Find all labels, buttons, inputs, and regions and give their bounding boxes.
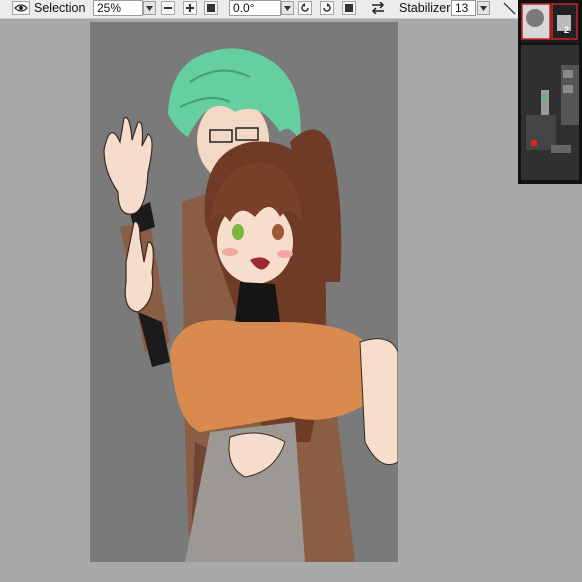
square-icon bbox=[345, 4, 353, 12]
layer-thumbnail-strip[interactable]: 2 bbox=[521, 3, 579, 43]
fit-view-button[interactable] bbox=[204, 1, 218, 15]
flip-button[interactable] bbox=[369, 1, 387, 15]
rotation-dropdown[interactable] bbox=[281, 1, 294, 15]
canvas-artwork[interactable] bbox=[90, 22, 398, 562]
rotate-left-button[interactable] bbox=[298, 1, 312, 15]
chevron-down-icon bbox=[146, 5, 153, 11]
reset-rotation-button[interactable] bbox=[342, 1, 356, 15]
separator-slash bbox=[503, 2, 517, 18]
rotate-right-button[interactable] bbox=[320, 1, 334, 15]
plus-icon bbox=[186, 4, 194, 12]
navigator-panel[interactable]: 2 bbox=[518, 0, 582, 184]
zoom-out-button[interactable] bbox=[161, 1, 175, 15]
rotate-right-icon bbox=[323, 3, 331, 12]
layer-badge: 2 bbox=[564, 25, 570, 35]
stabilizer-field[interactable]: 13 bbox=[451, 0, 476, 16]
rotation-field[interactable]: 0.0° bbox=[229, 0, 281, 16]
zoom-field[interactable]: 25% bbox=[93, 0, 143, 16]
navigator-preview[interactable] bbox=[521, 45, 579, 180]
chevron-down-icon bbox=[480, 5, 487, 11]
flip-arrows-icon bbox=[371, 2, 385, 14]
rotate-left-icon bbox=[301, 3, 309, 12]
stabilizer-label: Stabilizer bbox=[399, 1, 451, 15]
square-icon bbox=[207, 4, 215, 12]
stabilizer-dropdown[interactable] bbox=[477, 1, 490, 15]
zoom-in-button[interactable] bbox=[183, 1, 197, 15]
eye-icon[interactable] bbox=[12, 1, 30, 15]
chevron-down-icon bbox=[284, 5, 291, 11]
minus-icon bbox=[164, 7, 172, 9]
selection-label: Selection bbox=[34, 1, 86, 15]
character-illustration bbox=[103, 48, 398, 562]
zoom-dropdown[interactable] bbox=[143, 1, 156, 15]
view-toolbar: Selection 25% 0.0° Stabilizer 13 bbox=[0, 0, 582, 19]
